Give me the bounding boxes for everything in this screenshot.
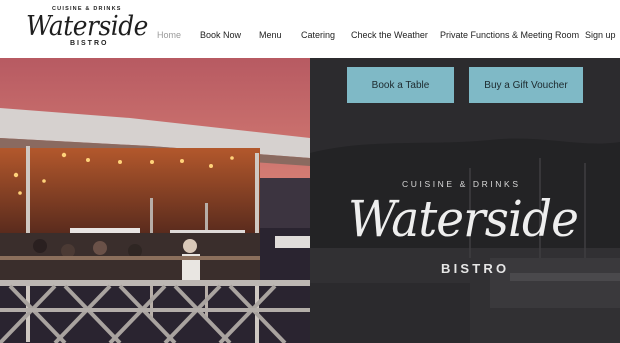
nav-item-catering[interactable]: Catering: [301, 30, 335, 40]
site-header: CUISINE & DRINKS Waterside BISTRO Home B…: [0, 0, 620, 58]
hero-brand-wordmark: Waterside: [348, 190, 579, 248]
nav-item-check-weather[interactable]: Check the Weather: [351, 30, 428, 40]
nav-item-home[interactable]: Home: [157, 30, 181, 40]
hero-section: Book a Table Buy a Gift Voucher CUISINE …: [0, 58, 620, 343]
nav-item-book-now[interactable]: Book Now: [200, 30, 241, 40]
hero-photo: [0, 58, 310, 343]
hero-brand-tagline: CUISINE & DRINKS: [402, 179, 521, 189]
nav-item-sign-up[interactable]: Sign up: [585, 30, 616, 40]
main-nav: Home Book Now Menu Catering Check the We…: [0, 30, 620, 44]
gift-voucher-button[interactable]: Buy a Gift Voucher: [469, 67, 583, 103]
hero-brand-panel: Book a Table Buy a Gift Voucher CUISINE …: [310, 58, 620, 343]
nav-item-menu[interactable]: Menu: [259, 30, 282, 40]
nav-item-private-functions[interactable]: Private Functions & Meeting Room: [440, 30, 579, 40]
hero-brand-subtitle: BISTRO: [441, 261, 510, 276]
book-table-button[interactable]: Book a Table: [347, 67, 454, 103]
